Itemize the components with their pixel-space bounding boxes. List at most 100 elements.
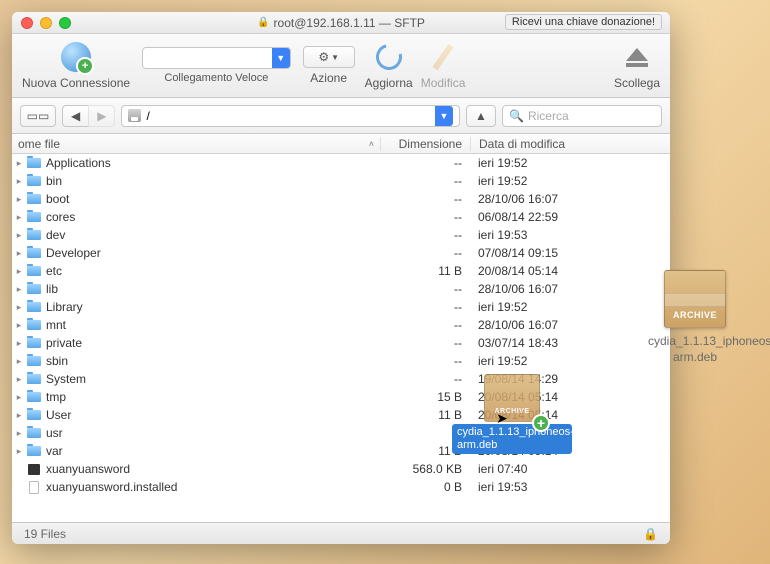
folder-icon [27, 410, 41, 420]
pencil-icon [433, 44, 454, 70]
zoom-button[interactable] [59, 17, 71, 29]
header-date[interactable]: Data di modifica [470, 137, 670, 151]
forward-button[interactable]: ▶ [88, 105, 115, 127]
disclosure-triangle-icon[interactable]: ▸ [12, 266, 26, 277]
folder-icon [27, 212, 41, 222]
table-row[interactable]: ▸lib--28/10/06 16:07 [12, 280, 670, 298]
desktop-file[interactable]: cydia_1.1.13_iphoneos-arm.deb [648, 270, 742, 365]
file-name: Library [46, 300, 380, 314]
disclosure-triangle-icon[interactable]: ▸ [12, 212, 26, 223]
lock-icon: 🔒 [257, 17, 269, 28]
folder-icon [27, 284, 41, 294]
file-name: User [46, 408, 380, 422]
new-connection-button[interactable]: Nuova Connessione [22, 41, 130, 90]
quick-connect-label: Collegamento Veloce [164, 72, 268, 84]
search-input[interactable]: 🔍 Ricerca [502, 105, 662, 127]
file-size: 11 B [380, 444, 470, 458]
file-name: boot [46, 192, 380, 206]
table-row[interactable]: ▸bin--ieri 19:52 [12, 172, 670, 190]
file-name: xuanyuansword.installed [46, 480, 380, 494]
file-date: ieri 19:53 [470, 228, 670, 242]
file-size: -- [380, 210, 470, 224]
file-name: tmp [46, 390, 380, 404]
file-size: -- [380, 354, 470, 368]
table-row[interactable]: ▸Developer--07/08/14 09:15 [12, 244, 670, 262]
file-size: -- [380, 174, 470, 188]
table-row[interactable]: ▸private--03/07/14 18:43 [12, 334, 670, 352]
sort-caret-icon: ˄ [369, 139, 374, 149]
back-button[interactable]: ◀ [62, 105, 88, 127]
action-button[interactable]: ⚙▼ Azione [303, 46, 355, 85]
disclosure-triangle-icon[interactable]: ▸ [12, 320, 26, 331]
table-row[interactable]: ▸tmp15 B20/08/14 05:14 [12, 388, 670, 406]
dropdown-arrow-icon[interactable]: ▼ [435, 106, 453, 126]
title-text: root@192.168.1.11 — SFTP [274, 16, 425, 30]
table-row[interactable]: ▸User11 B20/08/14 05:14 [12, 406, 670, 424]
disk-icon [128, 109, 141, 122]
file-name: usr [46, 426, 380, 440]
table-row[interactable]: ▸usr--ieri 19:30 [12, 424, 670, 442]
file-size: 15 B [380, 390, 470, 404]
up-button[interactable]: ▲ [466, 105, 496, 127]
file-name: var [46, 444, 380, 458]
close-button[interactable] [21, 17, 33, 29]
table-row[interactable]: ▸Library--ieri 19:52 [12, 298, 670, 316]
disclosure-triangle-icon[interactable]: ▸ [12, 302, 26, 313]
donation-button[interactable]: Ricevi una chiave donazione! [505, 14, 662, 30]
table-row[interactable]: xuanyuansword568.0 KBieri 07:40 [12, 460, 670, 478]
refresh-button[interactable]: Aggiorna [365, 41, 413, 90]
disclosure-triangle-icon[interactable]: ▸ [12, 410, 26, 421]
file-date: 06/08/14 22:59 [470, 210, 670, 224]
header-size[interactable]: Dimensione [380, 137, 470, 151]
file-list[interactable]: ▸Applications--ieri 19:52▸bin--ieri 19:5… [12, 154, 670, 522]
chevron-down-icon: ▼ [331, 53, 339, 62]
dropdown-arrow-icon[interactable]: ▼ [272, 48, 290, 68]
disclosure-triangle-icon[interactable]: ▸ [12, 158, 26, 169]
disclosure-triangle-icon[interactable]: ▸ [12, 230, 26, 241]
disclosure-triangle-icon[interactable]: ▸ [12, 284, 26, 295]
file-date: 03/07/14 18:43 [470, 336, 670, 350]
table-row[interactable]: ▸System--19/08/14 14:29 [12, 370, 670, 388]
table-row[interactable]: ▸cores--06/08/14 22:59 [12, 208, 670, 226]
table-row[interactable]: ▸boot--28/10/06 16:07 [12, 190, 670, 208]
minimize-button[interactable] [40, 17, 52, 29]
folder-icon [27, 230, 41, 240]
disclosure-triangle-icon[interactable]: ▸ [12, 374, 26, 385]
refresh-label: Aggiorna [365, 76, 413, 90]
archive-icon [664, 270, 726, 328]
file-date: 20/08/14 05:14 [470, 264, 670, 278]
edit-button[interactable]: Modifica [421, 41, 466, 90]
disclosure-triangle-icon[interactable]: ▸ [12, 194, 26, 205]
header-name[interactable]: ome file˄ [12, 137, 380, 151]
file-size: -- [380, 246, 470, 260]
table-row[interactable]: ▸Applications--ieri 19:52 [12, 154, 670, 172]
table-row[interactable]: ▸var11 B20/08/14 05:14 [12, 442, 670, 460]
disclosure-triangle-icon[interactable]: ▸ [12, 428, 26, 439]
file-date: 28/10/06 16:07 [470, 318, 670, 332]
disclosure-triangle-icon[interactable]: ▸ [12, 338, 26, 349]
disclosure-triangle-icon[interactable]: ▸ [12, 392, 26, 403]
disclosure-triangle-icon[interactable]: ▸ [12, 446, 26, 457]
quick-connect-input[interactable]: ▼ [142, 47, 291, 69]
table-row[interactable]: ▸mnt--28/10/06 16:07 [12, 316, 670, 334]
sftp-window: 🔒 root@192.168.1.11 — SFTP Ricevi una ch… [12, 12, 670, 544]
disclosure-triangle-icon[interactable]: ▸ [12, 248, 26, 259]
edit-label: Modifica [421, 76, 466, 90]
file-size: -- [380, 426, 470, 440]
table-row[interactable]: ▸sbin--ieri 19:52 [12, 352, 670, 370]
file-size: -- [380, 192, 470, 206]
file-name: xuanyuansword [46, 462, 380, 476]
path-dropdown[interactable]: / ▼ [121, 105, 460, 127]
statusbar: 19 Files 🔒 [12, 522, 670, 544]
disconnect-button[interactable]: Scollega [614, 41, 660, 90]
disclosure-triangle-icon[interactable]: ▸ [12, 176, 26, 187]
table-row[interactable]: xuanyuansword.installed0 Bieri 19:53 [12, 478, 670, 496]
titlebar[interactable]: 🔒 root@192.168.1.11 — SFTP Ricevi una ch… [12, 12, 670, 34]
disconnect-label: Scollega [614, 76, 660, 90]
file-size: -- [380, 318, 470, 332]
bookmarks-button[interactable]: ▭▭ [20, 105, 56, 127]
table-row[interactable]: ▸etc11 B20/08/14 05:14 [12, 262, 670, 280]
folder-icon [27, 356, 41, 366]
table-row[interactable]: ▸dev--ieri 19:53 [12, 226, 670, 244]
disclosure-triangle-icon[interactable]: ▸ [12, 356, 26, 367]
